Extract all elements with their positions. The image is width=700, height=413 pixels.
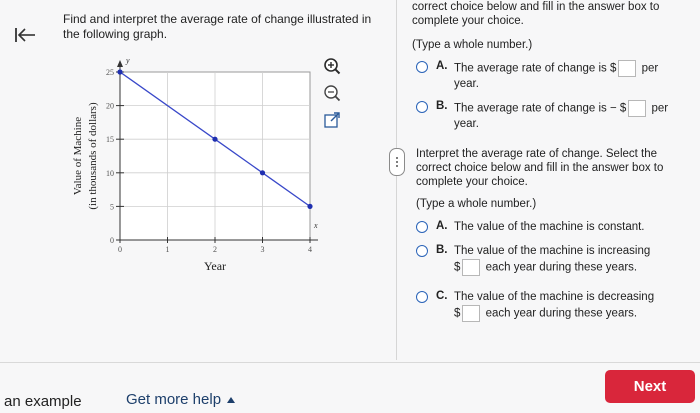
x-tick-label: 1: [166, 245, 170, 254]
part1-option-a[interactable]: A. The average rate of change is $ per y…: [416, 60, 658, 92]
x-axis-var: x: [313, 221, 318, 230]
question-stem: Find and interpret the average rate of c…: [63, 12, 372, 41]
y-tick-label: 0: [110, 236, 114, 245]
radio-button[interactable]: [416, 221, 428, 233]
part1-option-b[interactable]: B. The average rate of change is − $ per…: [416, 100, 668, 132]
y-tick-label: 5: [110, 202, 114, 211]
part2-option-a[interactable]: A. The value of the machine is constant.: [416, 220, 645, 235]
part1-hint: (Type a whole number.): [412, 39, 533, 51]
data-point: [117, 69, 123, 75]
part1-instruction: correct choice below and fill in the ans…: [412, 1, 660, 27]
back-arrow-icon[interactable]: [10, 20, 40, 50]
graph-tools: [321, 55, 345, 136]
y-tick-label: 20: [106, 102, 114, 111]
answer-box-part1-a[interactable]: [618, 60, 637, 77]
answer-box-part2-c[interactable]: [462, 305, 481, 322]
answer-box-part1-b[interactable]: [628, 100, 647, 117]
x-tick-label: 4: [308, 245, 312, 254]
part2-instruction: Interpret the average rate of change. Se…: [416, 148, 664, 188]
data-point: [212, 136, 218, 142]
part2-option-c[interactable]: C. The value of the machine is decreasin…: [416, 290, 654, 322]
x-tick-label: 3: [261, 245, 265, 254]
y-axis-var: y: [125, 56, 130, 65]
next-button[interactable]: Next: [605, 370, 695, 403]
x-tick-label: 2: [213, 245, 217, 254]
radio-button[interactable]: [416, 245, 428, 257]
external-link-icon[interactable]: [321, 109, 343, 131]
y-tick-label: 25: [106, 68, 114, 77]
y-tick-label: 10: [106, 169, 114, 178]
y-tick-label: 15: [106, 135, 114, 144]
radio-button[interactable]: [416, 61, 428, 73]
y-axis-arrow: [117, 60, 123, 67]
x-axis-label: Year: [204, 259, 226, 273]
line-graph: y x 0 5 10 15 20 25 0 1 2 3 4 Year Value of Machine (in…: [65, 50, 355, 290]
radio-button[interactable]: [416, 101, 428, 113]
zoom-in-icon[interactable]: [321, 55, 343, 77]
x-tick-label: 0: [118, 245, 122, 254]
get-more-help-link[interactable]: Get more help: [126, 391, 236, 408]
y-axis-label-line2: (in thousands of dollars): [87, 102, 99, 210]
data-point: [259, 170, 266, 176]
part2-option-b[interactable]: B. The value of the machine is increasin…: [416, 244, 650, 276]
question-page: Find and interpret the average rate of c…: [0, 0, 700, 413]
zoom-out-icon[interactable]: [321, 82, 343, 104]
part2-hint: (Type a whole number.): [416, 198, 537, 210]
divider-drag-handle[interactable]: [389, 148, 405, 176]
radio-button[interactable]: [416, 291, 428, 303]
caret-up-icon: [227, 396, 236, 403]
footer-bar: an example Get more help Next: [0, 362, 700, 413]
data-point: [307, 203, 313, 209]
answer-box-part2-b[interactable]: [462, 259, 481, 276]
panel-divider: [396, 0, 397, 360]
view-example-link[interactable]: an example: [4, 393, 82, 410]
y-axis-label-line1: Value of Machine: [72, 117, 84, 195]
